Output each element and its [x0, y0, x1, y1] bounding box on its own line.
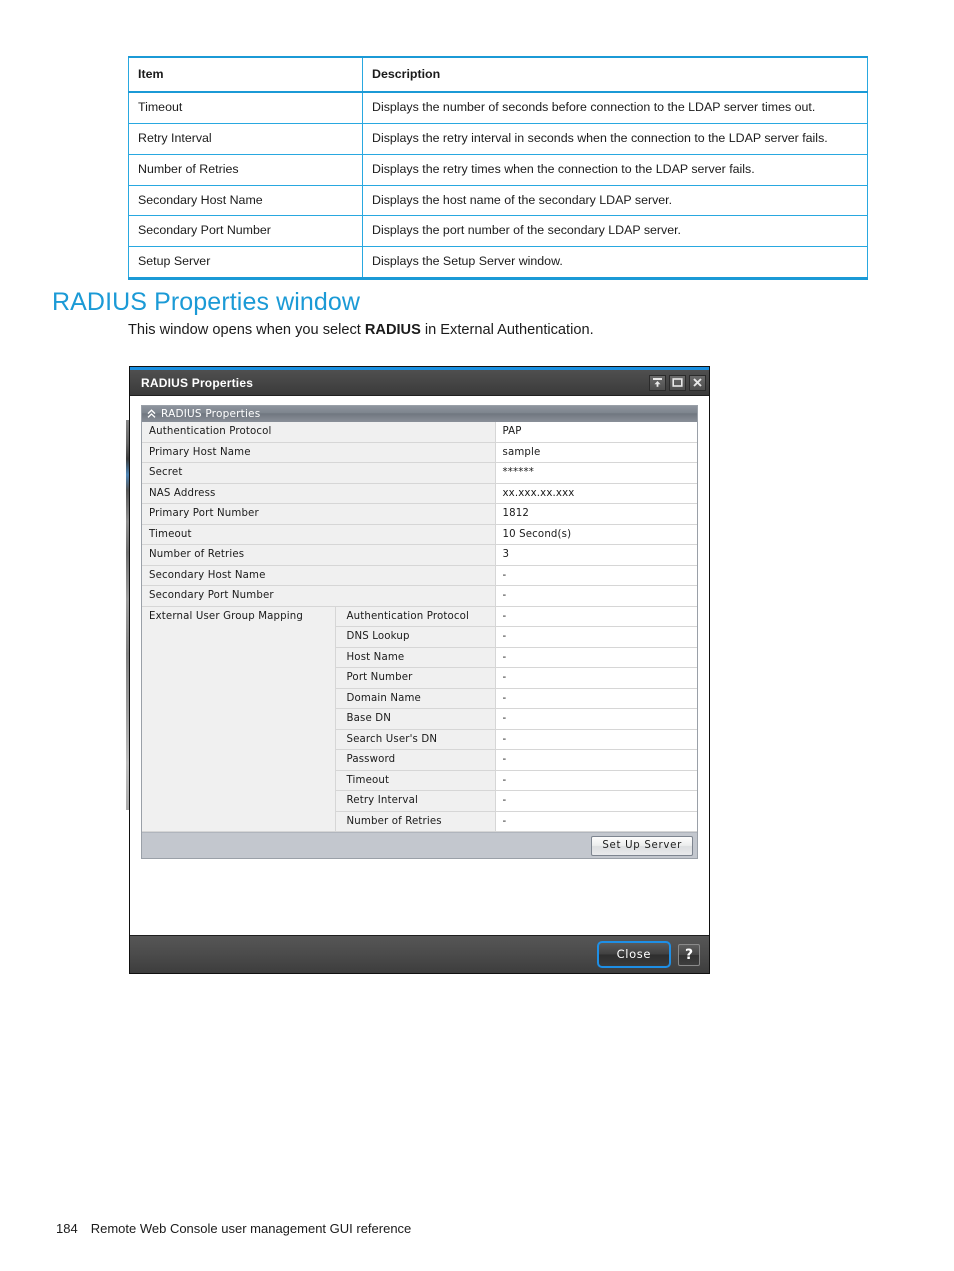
page-footer: 184 Remote Web Console user management GU…	[56, 1221, 411, 1236]
property-label: Secret	[142, 462, 496, 484]
intro-text-bold: RADIUS	[364, 322, 421, 338]
dialog-titlebar[interactable]: RADIUS Properties	[130, 370, 709, 395]
help-button[interactable]: ?	[678, 943, 700, 966]
sub-property-label: Host Name	[335, 647, 496, 668]
cell-item: Timeout	[128, 91, 363, 124]
property-label: Secondary Port Number	[142, 585, 496, 607]
intro-text-after: in External Authentication.	[420, 322, 594, 338]
property-row: Primary Port Number 1812	[142, 503, 697, 525]
cell-item: Number of Retries	[128, 153, 363, 186]
property-label: Number of Retries	[142, 544, 496, 566]
property-row: Number of Retries 3	[142, 544, 697, 566]
table-row: Secondary Host Name Displays the host na…	[128, 184, 868, 217]
chevron-double-up-icon[interactable]	[147, 409, 156, 419]
property-value: xx.xxx.xx.xxx	[495, 483, 697, 504]
table-row: Number of Retries Displays the retry tim…	[128, 153, 868, 186]
panel-footer: Set Up Server	[142, 832, 697, 858]
property-label: Timeout	[142, 524, 496, 545]
table-row: Timeout Displays the number of seconds b…	[128, 91, 868, 124]
property-value: PAP	[495, 422, 697, 443]
sub-property-value: -	[495, 770, 697, 791]
sub-property-value: -	[495, 647, 697, 668]
property-label: Primary Host Name	[142, 442, 496, 463]
sub-property-label: DNS Lookup	[335, 626, 496, 648]
property-label: Primary Port Number	[142, 503, 496, 525]
cell-description: Displays the number of seconds before co…	[362, 91, 868, 124]
section-intro-text: This window opens when you select RADIUS…	[128, 322, 594, 338]
sub-property-value: -	[495, 790, 697, 812]
properties-table: Authentication Protocol PAP Primary Host…	[142, 422, 697, 832]
page-footer-text: Remote Web Console user management GUI r…	[90, 1221, 412, 1236]
property-value: 10 Second(s)	[495, 524, 697, 545]
table-row: Setup Server Displays the Setup Server w…	[128, 246, 868, 281]
dialog-footer: Close ?	[130, 935, 709, 973]
property-label: Secondary Host Name	[142, 565, 496, 586]
column-header-description: Description	[362, 56, 868, 93]
dialog-title: RADIUS Properties	[141, 375, 254, 390]
cell-item: Retry Interval	[128, 122, 363, 155]
page-title: RADIUS Properties window	[52, 288, 361, 316]
property-value: -	[495, 565, 697, 586]
close-button[interactable]: Close	[596, 941, 671, 968]
sub-property-label: Retry Interval	[335, 790, 496, 812]
property-group-row: External User Group Mapping Authenticati…	[142, 606, 697, 832]
cell-item: Setup Server	[128, 246, 363, 281]
table-header-row: Item Description	[128, 56, 868, 93]
page-number: 184	[56, 1221, 78, 1236]
cell-description: Displays the host name of the secondary …	[362, 184, 868, 217]
property-row: Primary Host Name sample	[142, 442, 697, 463]
sub-property-value: -	[495, 606, 697, 627]
panel-header-label: RADIUS Properties	[161, 408, 261, 420]
sub-property-label: Port Number	[335, 667, 496, 689]
dialog-content-area: RADIUS Properties Authentication Protoco…	[130, 395, 709, 935]
sub-property-label: Timeout	[335, 770, 496, 791]
panel-header[interactable]: RADIUS Properties	[142, 406, 697, 422]
sub-property-value: -	[495, 708, 697, 730]
group-label-external-user-group-mapping: External User Group Mapping	[142, 606, 336, 832]
property-value: ******	[495, 462, 697, 484]
intro-text-before: This window opens when you select	[128, 322, 365, 338]
property-row: Authentication Protocol PAP	[142, 422, 697, 443]
property-label: NAS Address	[142, 483, 496, 504]
property-value: sample	[495, 442, 697, 463]
radius-properties-dialog: RADIUS Properties RADIUS Properties Auth…	[129, 366, 710, 974]
sub-property-value: -	[495, 688, 697, 709]
sub-property-label: Number of Retries	[335, 811, 496, 832]
cell-item: Secondary Host Name	[128, 184, 363, 217]
property-value: 3	[495, 544, 697, 566]
dock-icon[interactable]	[649, 374, 666, 391]
item-description-table: Item Description Timeout Displays the nu…	[128, 56, 868, 281]
sub-property-value: -	[495, 749, 697, 771]
sub-property-label: Authentication Protocol	[335, 606, 496, 627]
close-icon[interactable]	[689, 374, 706, 391]
sub-property-label: Domain Name	[335, 688, 496, 709]
radius-properties-panel: RADIUS Properties Authentication Protoco…	[141, 405, 698, 859]
property-label: Authentication Protocol	[142, 422, 496, 443]
sub-property-value: -	[495, 626, 697, 648]
sub-property-label: Password	[335, 749, 496, 771]
property-row: Secondary Port Number -	[142, 585, 697, 607]
cell-item: Secondary Port Number	[128, 215, 363, 248]
sub-property-label: Search User's DN	[335, 729, 496, 750]
sub-property-value: -	[495, 729, 697, 750]
sub-property-value: -	[495, 667, 697, 689]
sub-property-value: -	[495, 811, 697, 832]
column-header-item: Item	[128, 56, 363, 93]
property-value: -	[495, 585, 697, 607]
sub-property-label: Base DN	[335, 708, 496, 730]
maximize-icon[interactable]	[669, 374, 686, 391]
property-row: Secondary Host Name -	[142, 565, 697, 586]
property-row: Secret ******	[142, 462, 697, 484]
table-row: Secondary Port Number Displays the port …	[128, 215, 868, 248]
property-row: Timeout 10 Second(s)	[142, 524, 697, 545]
cell-description: Displays the Setup Server window.	[362, 246, 868, 281]
property-row: NAS Address xx.xxx.xx.xxx	[142, 483, 697, 504]
set-up-server-button[interactable]: Set Up Server	[591, 835, 693, 856]
cell-description: Displays the retry times when the connec…	[362, 153, 868, 186]
doc-table: Item Description Timeout Displays the nu…	[128, 56, 868, 281]
cell-description: Displays the retry interval in seconds w…	[362, 122, 868, 155]
table-row: Retry Interval Displays the retry interv…	[128, 122, 868, 155]
cell-description: Displays the port number of the secondar…	[362, 215, 868, 248]
property-value: 1812	[495, 503, 697, 525]
